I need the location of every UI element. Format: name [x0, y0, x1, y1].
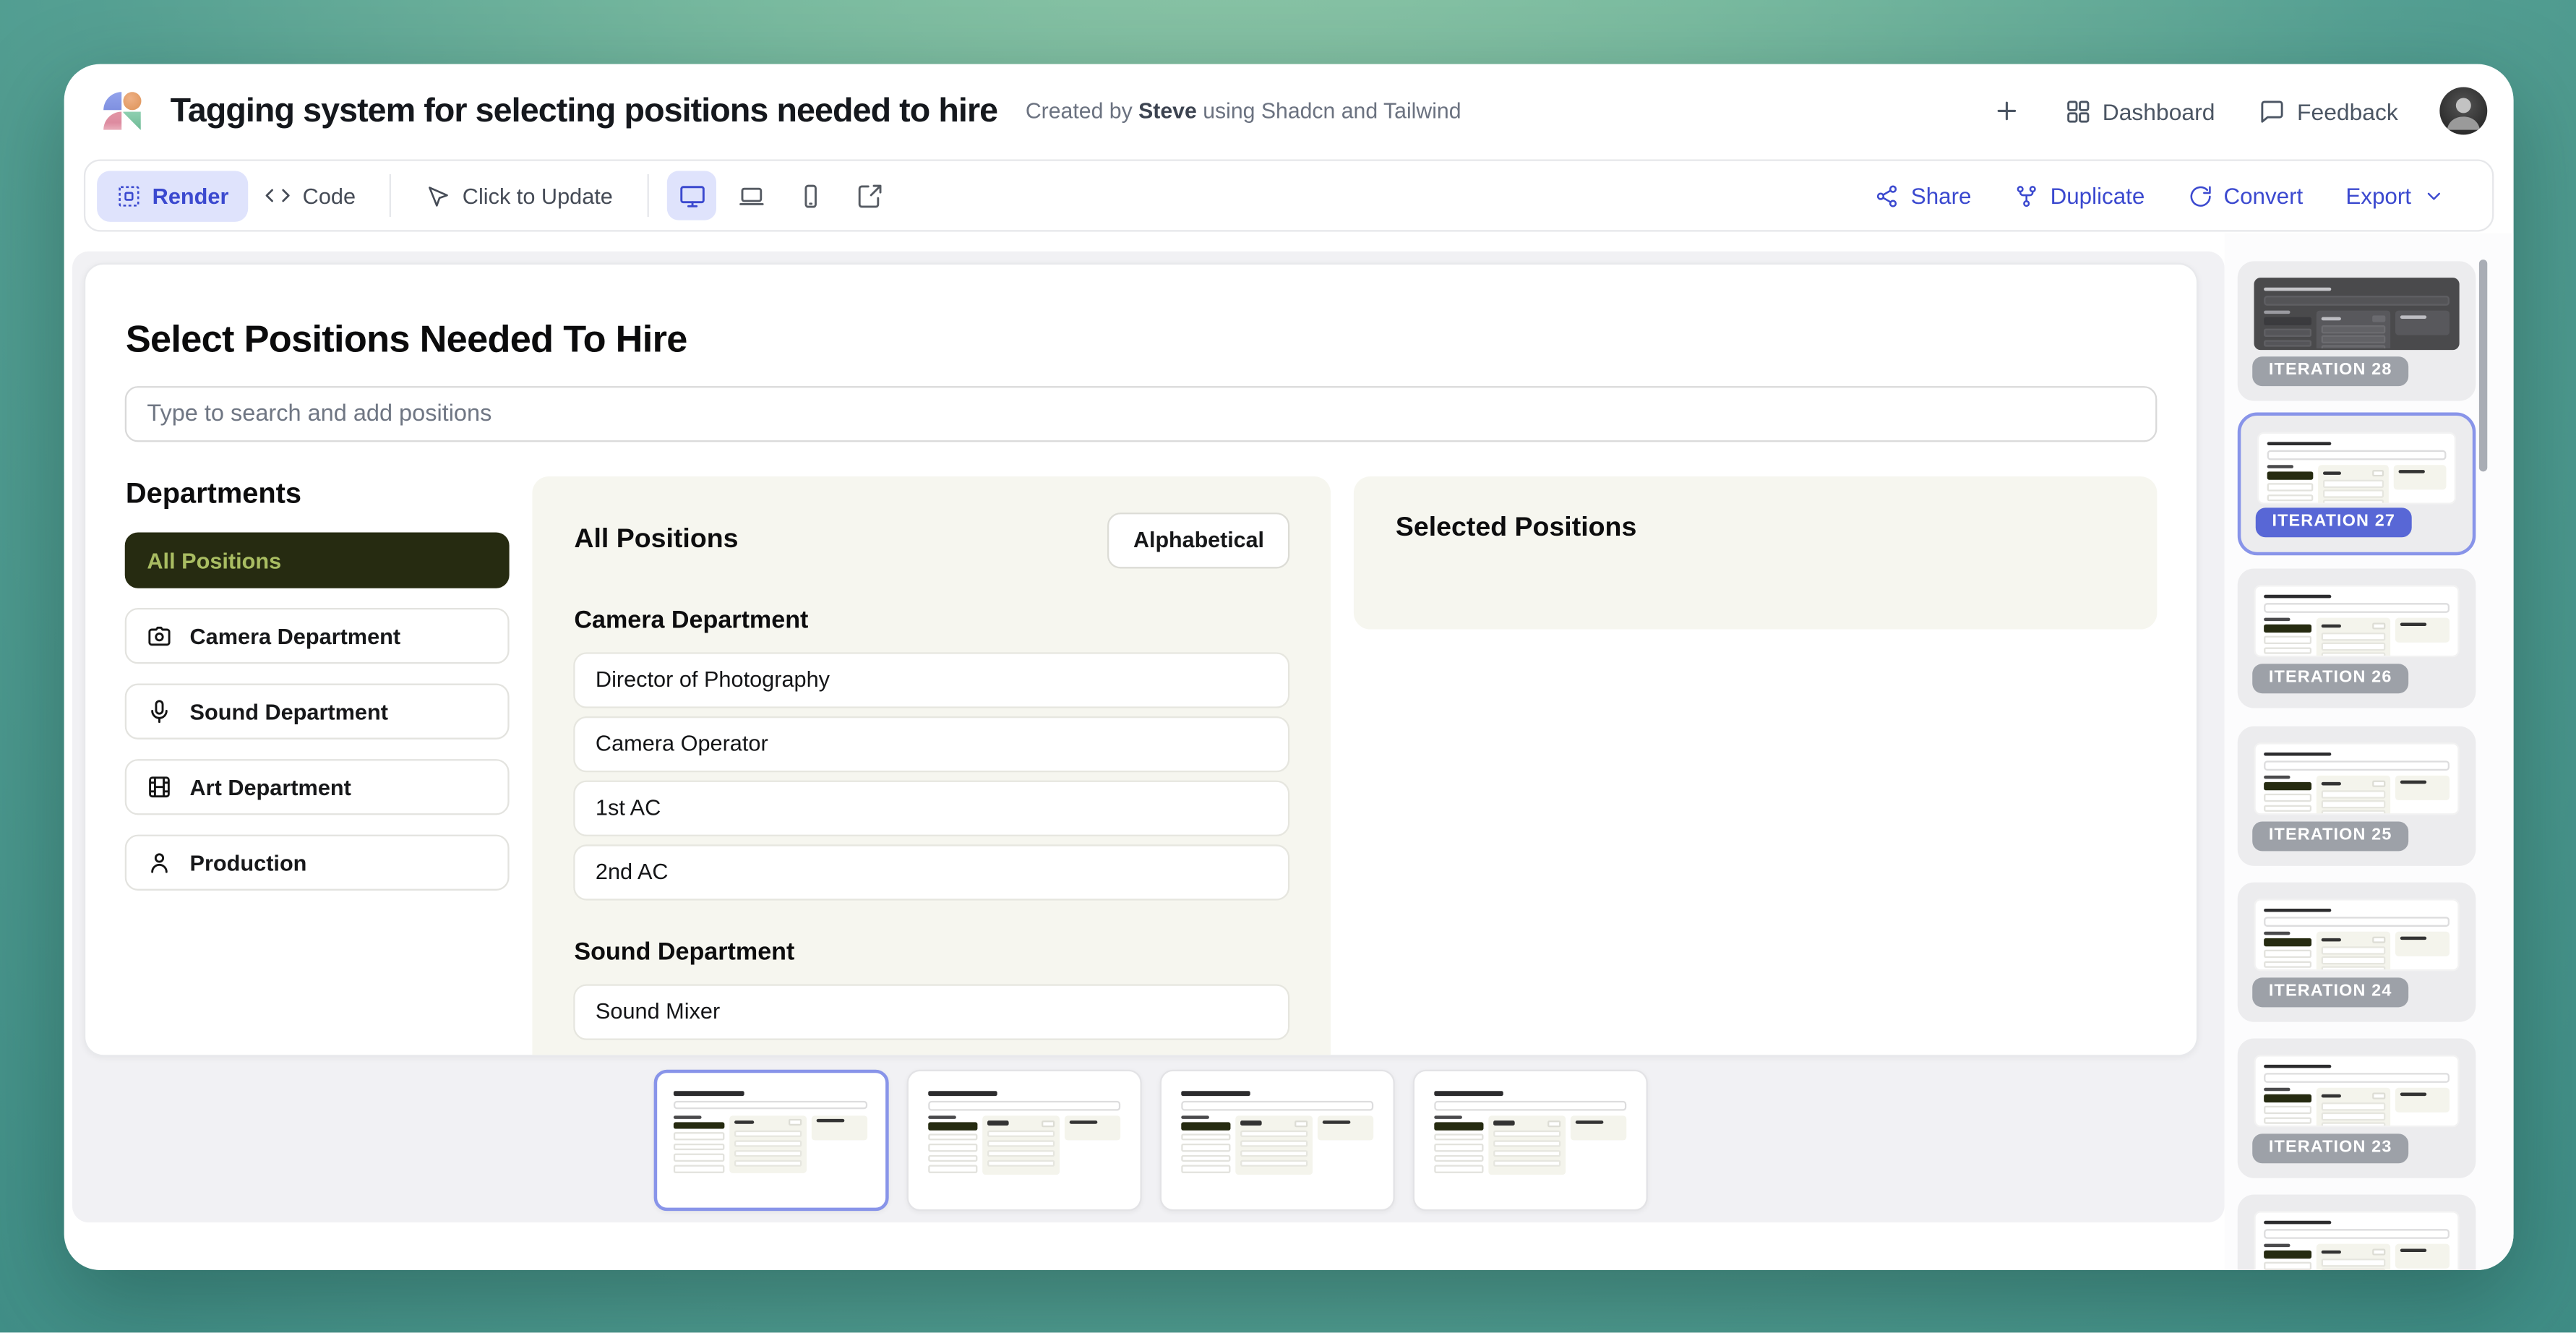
version-thumbnail[interactable] [907, 1071, 1142, 1211]
all-positions-panel: All Positions Alphabetical Camera Depart… [533, 476, 1332, 1056]
export-button[interactable]: Export [2324, 184, 2465, 208]
iteration-badge: ITERATION 28 [2252, 356, 2408, 386]
new-project-plus-icon[interactable] [1979, 87, 2033, 135]
departments-heading: Departments [126, 476, 510, 511]
camera-icon [147, 623, 173, 649]
render-tab[interactable]: Render [96, 170, 248, 220]
magic-patterns-logo-icon[interactable] [103, 93, 140, 130]
header: Tagging system for selecting positions n… [64, 64, 2513, 159]
iteration-badge: ITERATION 23 [2252, 1133, 2408, 1163]
filter-camera-department[interactable]: Camera Department [126, 608, 510, 664]
iteration-card-partial[interactable] [2238, 1194, 2476, 1269]
refresh-icon [2187, 184, 2212, 208]
toolbar-right-actions: Share Duplicate Convert Export [1853, 184, 2465, 208]
person-icon [147, 850, 173, 876]
position-item[interactable]: Sound Mixer [574, 984, 1290, 1040]
iteration-badge: ITERATION 26 [2252, 664, 2408, 693]
app-window: Tagging system for selecting positions n… [64, 64, 2513, 1269]
iteration-card-24[interactable]: ITERATION 24 [2238, 882, 2476, 1021]
departments-column: Departments All Positions Camera Departm… [126, 476, 510, 910]
microphone-icon [147, 699, 173, 725]
position-search-field[interactable] [126, 386, 2158, 442]
share-button[interactable]: Share [1853, 184, 1993, 208]
version-thumbnail[interactable] [1413, 1071, 1648, 1211]
click-to-update-button[interactable]: Click to Update [410, 184, 630, 208]
sort-alphabetical-button[interactable]: Alphabetical [1107, 513, 1291, 568]
iteration-card-28[interactable]: ITERATION 28 [2238, 261, 2476, 400]
desktop-preview-button[interactable] [667, 171, 716, 220]
creator-name: Steve [1138, 99, 1197, 124]
project-title: Tagging system for selecting positions n… [171, 92, 998, 132]
convert-button[interactable]: Convert [2166, 184, 2324, 208]
header-actions: Dashboard Feedback [1979, 87, 2486, 135]
group-heading-sound: Sound Department [574, 938, 1290, 966]
toolbar-divider [648, 174, 649, 217]
created-by-text: Created by Steve using Shadcn and Tailwi… [1026, 99, 1461, 124]
mobile-preview-button[interactable] [786, 171, 835, 220]
iteration-card-23[interactable]: ITERATION 23 [2238, 1038, 2476, 1178]
search-input[interactable] [147, 401, 2135, 427]
all-positions-heading: All Positions [574, 525, 738, 556]
version-thumbnail-strip [654, 1071, 1648, 1211]
iteration-card-26[interactable]: ITERATION 26 [2238, 568, 2476, 708]
page-background: Tagging system for selecting positions n… [0, 0, 2576, 1333]
open-preview-icon[interactable] [844, 171, 893, 220]
iteration-card-27[interactable]: ITERATION 27 [2238, 412, 2476, 555]
iteration-badge: ITERATION 27 [2256, 507, 2412, 537]
code-tab[interactable]: Code [249, 182, 372, 208]
version-thumbnail[interactable] [654, 1071, 889, 1211]
chevron-down-icon [2423, 185, 2444, 207]
render-frame-icon [116, 184, 141, 208]
app-title: Select Positions Needed To Hire [126, 317, 2158, 361]
toolbar-divider [390, 174, 392, 217]
cursor-icon [426, 184, 451, 208]
filter-sound-department[interactable]: Sound Department [126, 683, 510, 740]
filter-production[interactable]: Production [126, 835, 510, 891]
laptop-preview-button[interactable] [726, 171, 776, 220]
share-icon [1875, 184, 1899, 208]
feedback-button[interactable]: Feedback [2246, 88, 2411, 134]
position-item[interactable]: Director of Photography [574, 652, 1290, 708]
iteration-card-25[interactable]: ITERATION 25 [2238, 726, 2476, 865]
code-icon [265, 182, 291, 208]
preview-canvas: Select Positions Needed To Hire Departme… [72, 251, 2225, 1223]
position-item[interactable]: 1st AC [574, 781, 1290, 836]
position-item[interactable]: Camera Operator [574, 716, 1290, 772]
selected-positions-heading: Selected Positions [1396, 513, 1636, 542]
selected-positions-panel: Selected Positions [1354, 476, 2157, 629]
app-preview: Select Positions Needed To Hire Departme… [85, 263, 2198, 1057]
group-heading-camera: Camera Department [574, 607, 1290, 635]
position-item[interactable]: 2nd AC [574, 844, 1290, 900]
iteration-badge: ITERATION 24 [2252, 977, 2408, 1007]
duplicate-button[interactable]: Duplicate [1993, 184, 2166, 208]
user-avatar[interactable] [2439, 87, 2487, 135]
iterations-sidebar: ITERATION 28 ITERATION 27 ITERATION 26 I… [2225, 234, 2513, 1269]
speech-bubble-icon [2259, 98, 2285, 124]
dashboard-grid-icon [2064, 98, 2090, 124]
sidebar-scrollbar[interactable] [2480, 260, 2487, 471]
filter-all-positions[interactable]: All Positions [126, 532, 510, 588]
version-thumbnail[interactable] [1160, 1071, 1395, 1211]
fork-icon [2014, 184, 2039, 208]
iteration-badge: ITERATION 25 [2252, 821, 2408, 851]
filter-art-department[interactable]: Art Department [126, 759, 510, 815]
device-preview-group [667, 171, 894, 220]
dashboard-button[interactable]: Dashboard [2051, 88, 2228, 134]
film-icon [147, 774, 173, 800]
toolbar: Render Code Click to Update [83, 159, 2493, 233]
